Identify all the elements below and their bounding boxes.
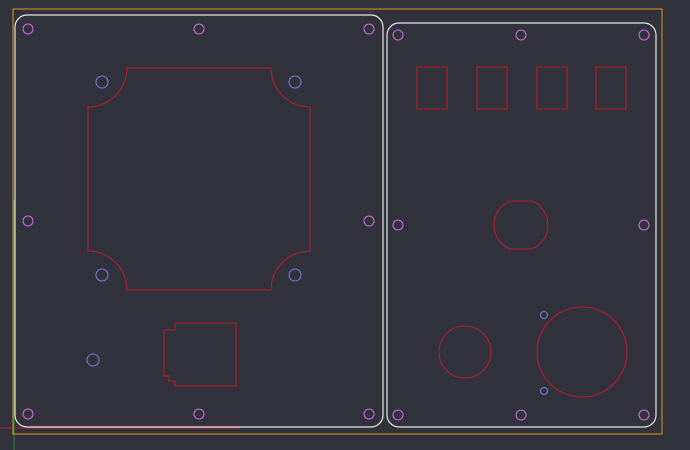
mounting-hole-icon[interactable] [288, 75, 302, 89]
mounting-hole-icon[interactable] [638, 409, 650, 421]
mounting-hole-icon[interactable] [392, 409, 404, 421]
mounting-hole-icon[interactable] [638, 219, 650, 231]
mounting-hole-icon[interactable] [95, 268, 109, 282]
left-panel[interactable] [14, 14, 384, 428]
cad-viewport[interactable] [0, 0, 690, 450]
mounting-hole-icon[interactable] [539, 386, 549, 396]
mounting-hole-icon[interactable] [363, 408, 375, 420]
mounting-hole-icon[interactable] [22, 408, 34, 420]
mounting-hole-icon[interactable] [392, 29, 404, 41]
mounting-hole-icon[interactable] [539, 310, 549, 320]
mounting-hole-icon[interactable] [363, 23, 375, 35]
mounting-hole-icon[interactable] [638, 29, 650, 41]
knob-cutout[interactable] [493, 200, 549, 250]
mounting-hole-icon[interactable] [86, 353, 100, 367]
switch-cutout[interactable] [595, 66, 627, 110]
right-panel[interactable] [386, 22, 657, 428]
board-frame[interactable] [12, 8, 663, 435]
switch-cutout[interactable] [476, 66, 508, 110]
switch-cutout[interactable] [536, 66, 568, 110]
mounting-hole-icon[interactable] [363, 215, 375, 227]
right-panel-mount-holes [392, 29, 650, 421]
mounting-hole-icon[interactable] [22, 23, 34, 35]
display-cutout[interactable] [87, 67, 311, 291]
mounting-hole-icon[interactable] [288, 268, 302, 282]
drawing-canvas[interactable] [0, 0, 690, 450]
mounting-hole-icon[interactable] [515, 409, 527, 421]
switch-cutout[interactable] [416, 66, 448, 110]
mounting-hole-icon[interactable] [515, 29, 527, 41]
mounting-hole-icon[interactable] [193, 23, 205, 35]
connector-cutout[interactable] [163, 322, 237, 387]
mounting-hole-icon[interactable] [95, 75, 109, 89]
left-panel-mount-holes [22, 23, 375, 420]
mounting-hole-icon[interactable] [193, 408, 205, 420]
left-panel-outline[interactable] [14, 14, 384, 428]
right-panel-outline[interactable] [386, 22, 657, 428]
mounting-hole-icon[interactable] [392, 219, 404, 231]
mounting-hole-icon[interactable] [22, 215, 34, 227]
jack-cutout[interactable] [438, 325, 492, 379]
speaker-cutout[interactable] [536, 306, 628, 398]
switch-cutouts [416, 66, 627, 110]
